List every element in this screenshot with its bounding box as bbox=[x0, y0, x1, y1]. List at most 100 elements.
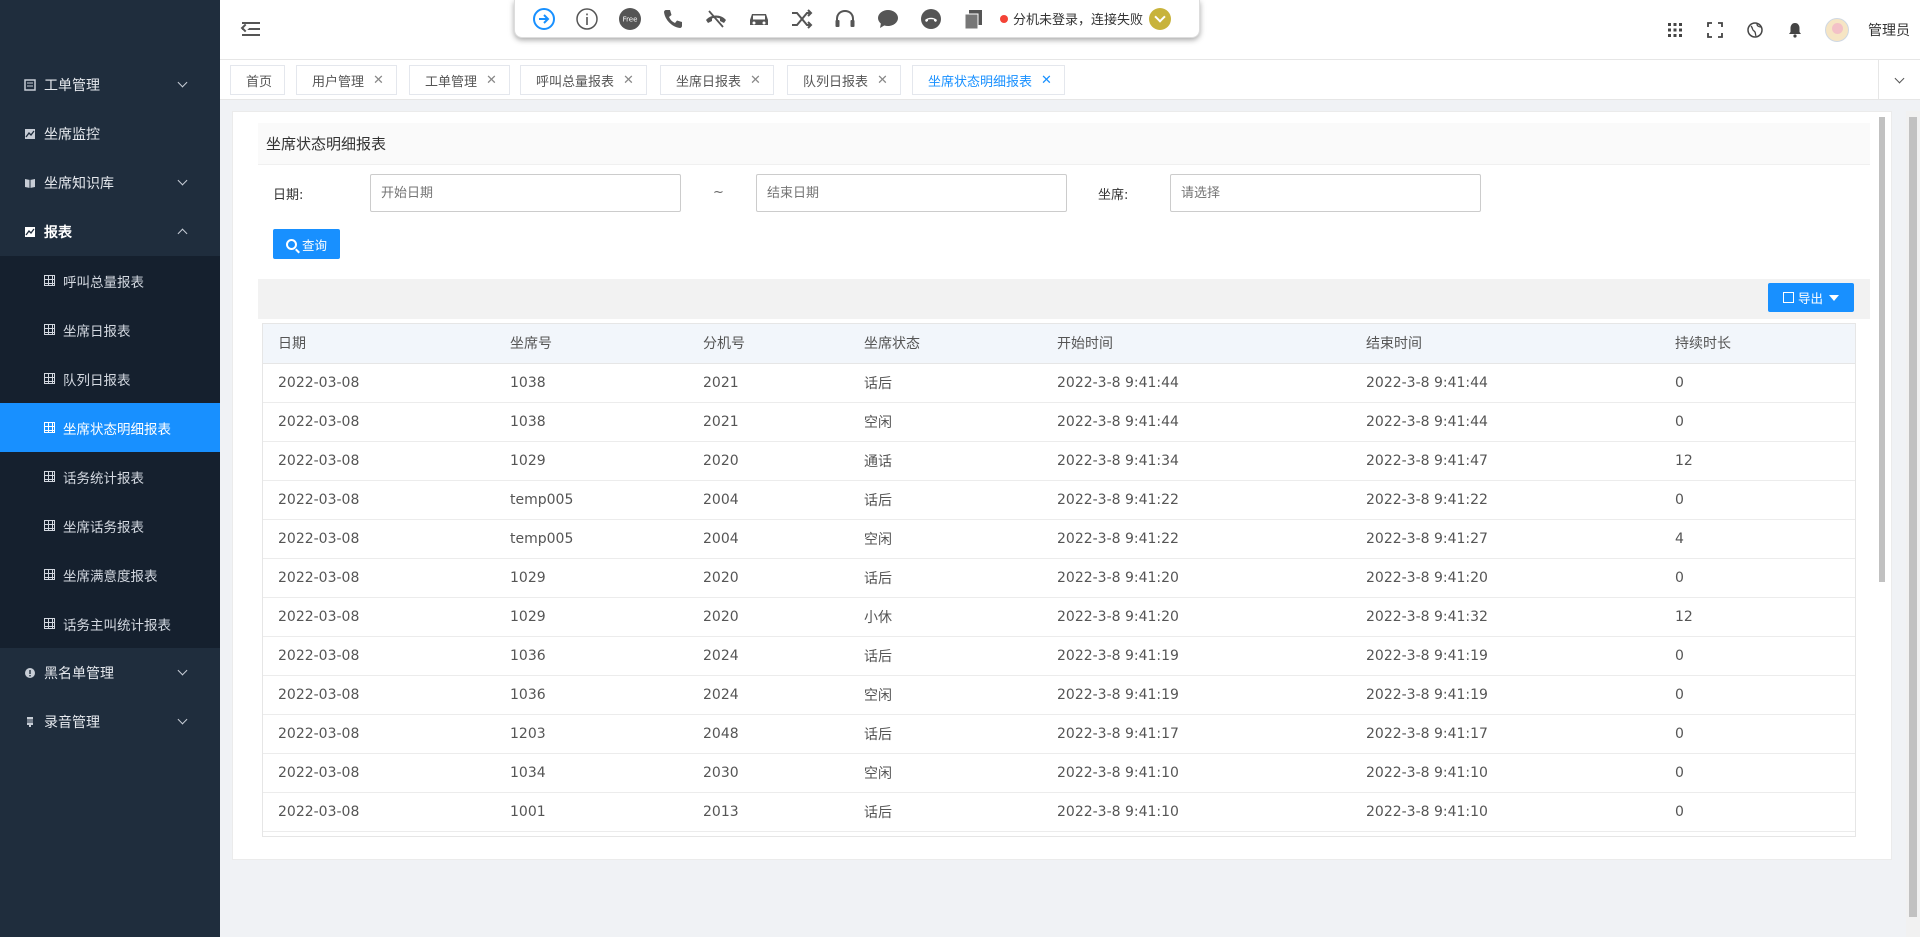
column-header: 日期 bbox=[263, 324, 495, 364]
sidebar-item-blacklist[interactable]: 黑名单管理 bbox=[0, 648, 220, 697]
sidebar-item-call-volume-report[interactable]: 呼叫总量报表 bbox=[0, 256, 220, 305]
agent-select[interactable] bbox=[1170, 174, 1481, 212]
table-cell: 1029 bbox=[495, 597, 688, 637]
table-cell: 2021 bbox=[688, 363, 849, 403]
copy-icon[interactable] bbox=[961, 6, 987, 32]
sidebar-item-agent-traffic-report[interactable]: 坐席话务报表 bbox=[0, 501, 220, 550]
book-icon bbox=[24, 177, 36, 189]
scrollbar-thumb[interactable] bbox=[1909, 117, 1917, 917]
table-cell: 2030 bbox=[688, 753, 849, 793]
table-cell: 1038 bbox=[495, 402, 688, 442]
table-cell: 2022-3-8 9:41:19 bbox=[1351, 636, 1660, 676]
sign-in-icon[interactable] bbox=[531, 6, 557, 32]
info-icon[interactable] bbox=[574, 6, 600, 32]
phone-icon[interactable] bbox=[660, 6, 686, 32]
table-cell: 1029 bbox=[495, 558, 688, 598]
table-cell: 小休 bbox=[849, 597, 1042, 637]
headset-icon[interactable] bbox=[832, 6, 858, 32]
close-icon[interactable]: ✕ bbox=[750, 73, 761, 88]
close-icon[interactable]: ✕ bbox=[373, 73, 384, 88]
free-status-icon[interactable]: Free bbox=[617, 6, 643, 32]
table-cell: 1034 bbox=[495, 753, 688, 793]
table-icon bbox=[44, 275, 55, 286]
table-cell: 12 bbox=[1660, 597, 1855, 637]
sidebar-item-label: 坐席知识库 bbox=[44, 175, 114, 192]
table-cell: 0 bbox=[1660, 714, 1855, 754]
column-header: 结束时间 bbox=[1351, 324, 1660, 364]
sidebar-item-knowledge-base[interactable]: 坐席知识库 bbox=[0, 158, 220, 207]
external-link-icon bbox=[1782, 292, 1794, 303]
collapse-menu-icon[interactable] bbox=[240, 22, 260, 36]
user-avatar[interactable] bbox=[1825, 18, 1849, 42]
softphone-toolbar: Free 分机未登录，连接失败 bbox=[514, 0, 1200, 38]
tab-call-volume-report[interactable]: 呼叫总量报表 ✕ bbox=[520, 65, 647, 95]
page-tabs: 首页 用户管理 ✕ 工单管理 ✕ 呼叫总量报表 ✕ 坐席日报表 ✕ 队列日报表 ✕ 坐席状… bbox=[220, 60, 1920, 100]
car-icon[interactable] bbox=[746, 6, 772, 32]
table-cell: 2022-3-8 9:41:44 bbox=[1351, 363, 1660, 403]
sidebar-item-agent-status-detail-report[interactable]: 坐席状态明细报表 bbox=[0, 403, 220, 452]
end-date-input[interactable] bbox=[756, 174, 1067, 212]
table-cell: 2020 bbox=[688, 558, 849, 598]
export-button[interactable]: 导出 bbox=[1768, 283, 1854, 312]
sidebar-item-recording[interactable]: 录音管理 bbox=[0, 697, 220, 746]
table-row: 2022-03-08 1029 2020 小休 2022-3-8 9:41:20 2022… bbox=[263, 597, 1855, 637]
close-icon[interactable]: ✕ bbox=[486, 73, 497, 88]
sidebar-item-reports[interactable]: 报表 bbox=[0, 207, 220, 256]
table-row: 2022-03-08 1036 2024 空闲 2022-3-8 9:41:19 2022… bbox=[263, 675, 1855, 715]
sidebar-item-traffic-stats-report[interactable]: 话务统计报表 bbox=[0, 452, 220, 501]
close-icon[interactable]: ✕ bbox=[877, 73, 888, 88]
header-actions: 管理员 bbox=[1665, 0, 1920, 60]
table-cell: 话后 bbox=[849, 792, 1042, 832]
hangup-circle-icon[interactable] bbox=[918, 6, 944, 32]
fullscreen-icon[interactable] bbox=[1705, 20, 1725, 40]
chat-icon[interactable] bbox=[875, 6, 901, 32]
close-icon[interactable]: ✕ bbox=[623, 73, 634, 88]
table-cell: 空闲 bbox=[849, 753, 1042, 793]
date-range-separator: ~ bbox=[713, 185, 724, 200]
table-row: 2022-03-08 1001 2013 话后 2022-3-8 9:41:10 2022… bbox=[263, 792, 1855, 832]
tabs-dropdown-icon[interactable] bbox=[1878, 60, 1920, 100]
username[interactable]: 管理员 bbox=[1868, 20, 1910, 40]
transfer-shuffle-icon[interactable] bbox=[789, 6, 815, 32]
sidebar: 工单管理 坐席监控 坐席知识库 报表 呼叫总量报表 坐席日报表 队列日报表 坐席… bbox=[0, 0, 220, 937]
sidebar-item-agent-daily-report[interactable]: 坐席日报表 bbox=[0, 305, 220, 354]
notification-bell-icon[interactable] bbox=[1785, 20, 1805, 40]
sidebar-menu: 工单管理 坐席监控 坐席知识库 报表 呼叫总量报表 坐席日报表 队列日报表 坐席… bbox=[0, 60, 220, 746]
table-cell: 空闲 bbox=[849, 675, 1042, 715]
sidebar-item-ticket-management[interactable]: 工单管理 bbox=[0, 60, 220, 109]
sidebar-item-agent-satisfaction-report[interactable]: 坐席满意度报表 bbox=[0, 550, 220, 599]
table-cell: 2024 bbox=[688, 636, 849, 676]
tab-agent-daily-report[interactable]: 坐席日报表 ✕ bbox=[660, 65, 774, 95]
tab-queue-daily-report[interactable]: 队列日报表 ✕ bbox=[787, 65, 901, 95]
export-button-label: 导出 bbox=[1797, 291, 1823, 306]
column-header: 持续时长 bbox=[1660, 324, 1855, 364]
sidebar-item-label: 工单管理 bbox=[44, 77, 100, 94]
sidebar-item-agent-monitor[interactable]: 坐席监控 bbox=[0, 109, 220, 158]
language-globe-icon[interactable] bbox=[1745, 20, 1765, 40]
tab-user-management[interactable]: 用户管理 ✕ bbox=[296, 65, 397, 95]
table-cell: 2004 bbox=[688, 519, 849, 559]
tab-agent-status-detail-report[interactable]: 坐席状态明细报表 ✕ bbox=[912, 65, 1065, 95]
extension-status: 分机未登录，连接失败 bbox=[1000, 7, 1172, 30]
table-cell: temp005 bbox=[495, 519, 688, 559]
column-header: 分机号 bbox=[688, 324, 849, 364]
page-scrollbar[interactable] bbox=[1906, 111, 1920, 937]
sidebar-item-label: 呼叫总量报表 bbox=[63, 274, 144, 291]
query-button[interactable]: 查询 bbox=[273, 229, 340, 259]
sidebar-item-caller-stats-report[interactable]: 话务主叫统计报表 bbox=[0, 599, 220, 648]
close-icon[interactable]: ✕ bbox=[1041, 73, 1052, 88]
table-row: 2022-03-08 1038 2021 空闲 2022-3-8 9:41:44 2022… bbox=[263, 402, 1855, 442]
tab-ticket-management[interactable]: 工单管理 ✕ bbox=[409, 65, 510, 95]
table-cell: 2020 bbox=[688, 441, 849, 481]
report-card: 坐席状态明细报表 日期: ~ 坐席: 查询 导出 日期 坐席号 分机号 坐席状态 bbox=[232, 111, 1892, 860]
start-date-input[interactable] bbox=[370, 174, 681, 212]
hangup-icon[interactable] bbox=[703, 6, 729, 32]
status-dropdown-icon[interactable] bbox=[1149, 7, 1172, 30]
sidebar-item-queue-daily-report[interactable]: 队列日报表 bbox=[0, 354, 220, 403]
tab-home[interactable]: 首页 bbox=[230, 65, 286, 95]
apps-grid-icon[interactable] bbox=[1665, 20, 1685, 40]
tab-label: 首页 bbox=[246, 74, 273, 90]
table-cell: 2022-3-8 9:41:19 bbox=[1042, 636, 1351, 676]
card-scrollbar[interactable] bbox=[1879, 117, 1885, 582]
table-cell: 2022-3-8 9:41:47 bbox=[1351, 441, 1660, 481]
